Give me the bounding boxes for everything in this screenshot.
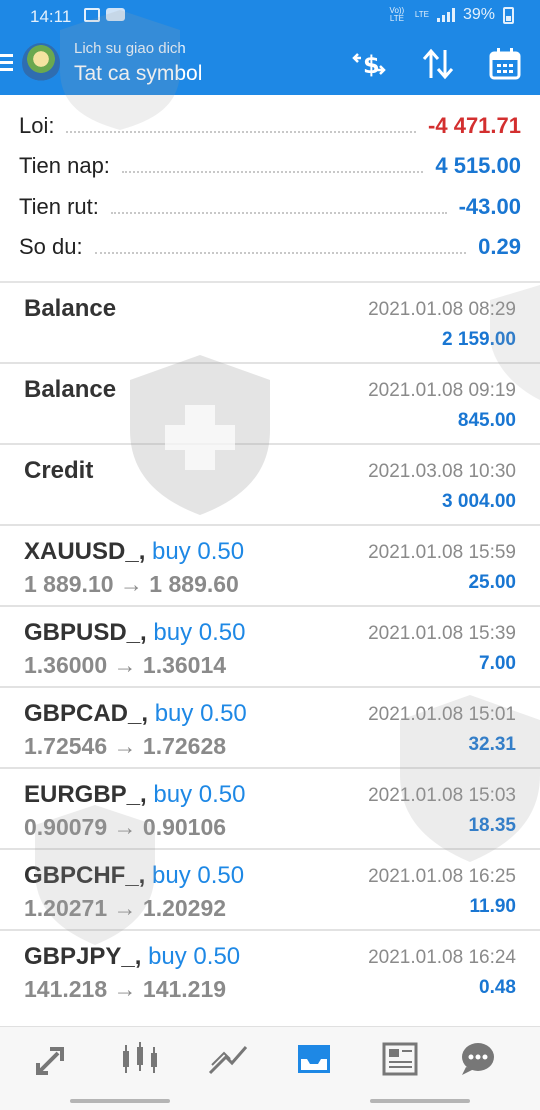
quotes-icon[interactable] <box>32 1039 76 1079</box>
summary-label: So du: <box>19 234 83 259</box>
svg-text:$: $ <box>363 51 380 79</box>
row-symbol: GBPUSD_, <box>24 619 147 646</box>
battery-percent: 39% <box>462 6 495 23</box>
signal-icon <box>436 8 455 22</box>
row-prices: 1 889.10 → 1 889.60 <box>24 571 239 597</box>
row-prices: 1.72546 → 1.72628 <box>24 733 227 759</box>
sort-icon[interactable] <box>420 46 456 82</box>
summary-row-balance: So du: 0.29 <box>19 229 521 265</box>
volte-indicator: Vo)) LTE <box>389 6 405 23</box>
row-symbol: GBPJPY_, <box>24 943 142 970</box>
history-row[interactable]: GBPUSD_, buy 0.50 1.36000 → 1.36014 2021… <box>0 607 540 688</box>
row-amount: 845.00 <box>457 410 516 431</box>
row-date: 2021.01.08 16:24 <box>368 947 516 968</box>
row-amount: 7.00 <box>479 653 516 674</box>
top-app-bar: Lich su giao dich Tat ca symbol $ <box>0 34 540 95</box>
row-symbol: Balance <box>24 295 117 322</box>
history-icon[interactable] <box>292 1039 336 1079</box>
row-amount: 18.35 <box>468 815 516 836</box>
row-trade-type: buy 0.50 <box>153 781 246 808</box>
battery-icon <box>503 6 514 24</box>
history-row[interactable]: Balance 2021.01.08 08:29 2 159.00 <box>0 283 540 364</box>
summary-value: 4 515.00 <box>435 153 521 178</box>
history-row[interactable]: EURGBP_, buy 0.50 0.90079 → 0.90106 2021… <box>0 769 540 850</box>
row-prices: 0.90079 → 0.90106 <box>24 814 227 840</box>
status-bar: 14:11 Vo)) LTE LTE 39% <box>0 0 540 34</box>
row-trade-type: buy 0.50 <box>152 862 245 889</box>
summary-row-profit: Loi: -4 471.71 <box>19 108 521 144</box>
deposit-withdraw-icon[interactable]: $ <box>351 46 387 82</box>
history-row[interactable]: GBPJPY_, buy 0.50 141.218 → 141.219 2021… <box>0 931 540 1012</box>
row-date: 2021.01.08 16:25 <box>368 866 516 887</box>
history-row[interactable]: GBPCAD_, buy 0.50 1.72546 → 1.72628 2021… <box>0 688 540 769</box>
bottom-navigation <box>0 1026 540 1110</box>
row-symbol: XAUUSD_, <box>24 538 146 565</box>
summary-row-withdrawal: Tien rut: -43.00 <box>19 189 521 225</box>
row-trade-type: buy 0.50 <box>153 619 246 646</box>
gesture-bar <box>70 1099 170 1103</box>
summary-value: -4 471.71 <box>428 113 521 138</box>
row-trade-type: buy 0.50 <box>148 943 241 970</box>
summary-value: -43.00 <box>458 194 521 219</box>
history-list: Balance 2021.01.08 08:29 2 159.00 Balanc… <box>0 281 540 1012</box>
gallery-notification-icon <box>84 8 100 22</box>
history-row[interactable]: XAUUSD_, buy 0.50 1 889.10 → 1 889.60 20… <box>0 526 540 607</box>
summary-label: Loi: <box>19 113 55 138</box>
chat-icon[interactable] <box>456 1039 500 1079</box>
menu-icon[interactable] <box>0 54 13 74</box>
row-prices: 1.20271 → 1.20292 <box>24 895 227 921</box>
row-date: 2021.01.08 15:01 <box>368 704 516 725</box>
header-subtitle: Lich su giao dich <box>74 40 186 57</box>
summary-panel: Loi: -4 471.71 Tien nap: 4 515.00 Tien r… <box>0 95 540 281</box>
status-time: 14:11 <box>30 7 72 26</box>
row-trade-type: buy 0.50 <box>152 538 245 565</box>
row-date: 2021.03.08 10:30 <box>368 461 516 482</box>
row-amount: 11.90 <box>469 896 517 917</box>
row-symbol: GBPCAD_, <box>24 700 149 727</box>
row-date: 2021.01.08 09:19 <box>368 380 516 401</box>
summary-label: Tien rut: <box>19 194 99 219</box>
row-symbol: Balance <box>24 376 117 403</box>
row-date: 2021.01.08 15:59 <box>368 542 516 563</box>
row-amount: 3 004.00 <box>442 491 516 512</box>
row-prices: 1.36000 → 1.36014 <box>24 652 227 678</box>
chart-icon[interactable] <box>118 1039 162 1079</box>
symbol-filter-title[interactable]: Tat ca symbol <box>74 62 202 86</box>
summary-label: Tien nap: <box>19 153 110 178</box>
history-row[interactable]: GBPCHF_, buy 0.50 1.20271 → 1.20292 2021… <box>0 850 540 931</box>
row-symbol: GBPCHF_, <box>24 862 146 889</box>
gesture-bar <box>370 1099 470 1103</box>
news-icon[interactable] <box>378 1039 422 1079</box>
row-date: 2021.01.08 15:03 <box>368 785 516 806</box>
row-symbol: Credit <box>24 457 94 484</box>
summary-value: 0.29 <box>478 234 521 259</box>
row-symbol: EURGBP_, <box>24 781 147 808</box>
row-amount: 2 159.00 <box>442 329 516 350</box>
row-amount: 0.48 <box>479 977 516 998</box>
row-amount: 25.00 <box>468 572 516 593</box>
summary-row-deposit: Tien nap: 4 515.00 <box>19 148 521 184</box>
history-row[interactable]: Credit 2021.03.08 10:30 3 004.00 <box>0 445 540 526</box>
trade-icon[interactable] <box>206 1039 250 1079</box>
calendar-icon[interactable] <box>487 46 523 82</box>
row-amount: 32.31 <box>468 734 516 755</box>
app-notification-icon <box>106 8 125 21</box>
history-row[interactable]: Balance 2021.01.08 09:19 845.00 <box>0 364 540 445</box>
app-logo[interactable] <box>22 43 60 83</box>
row-prices: 141.218 → 141.219 <box>24 976 227 1002</box>
lte-indicator: LTE <box>414 10 429 19</box>
row-date: 2021.01.08 08:29 <box>368 299 516 320</box>
row-trade-type: buy 0.50 <box>154 700 247 727</box>
row-date: 2021.01.08 15:39 <box>368 623 516 644</box>
